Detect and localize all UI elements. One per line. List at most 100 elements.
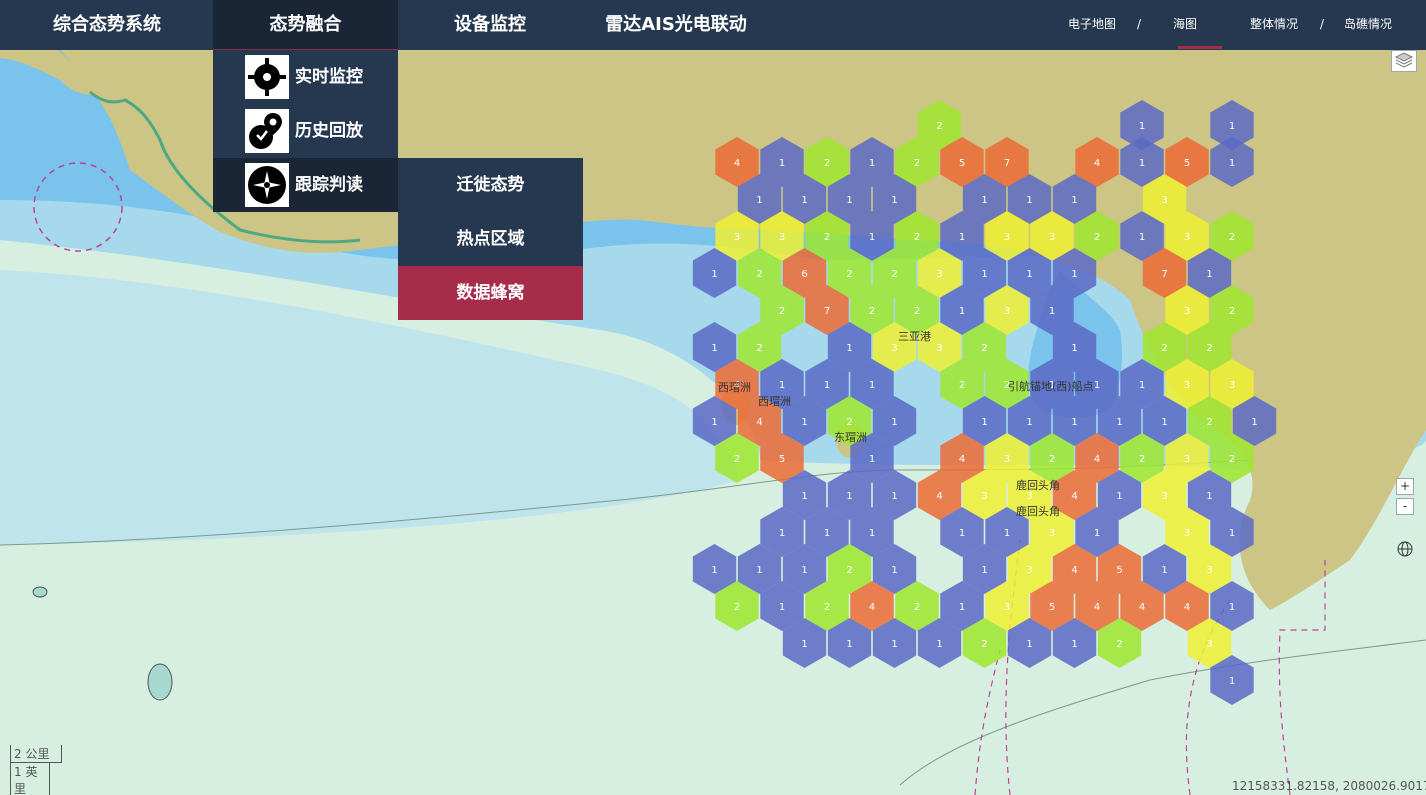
hex-count-label: 1 [1071, 195, 1077, 206]
hex-count-label: 1 [1139, 158, 1145, 169]
hex-count-label: 4 [959, 454, 965, 465]
hex-count-label: 3 [1184, 232, 1190, 243]
place-label: 西瑁洲 [758, 395, 791, 408]
hex-count-label: 1 [846, 343, 852, 354]
hex-count-label: 2 [981, 639, 987, 650]
menu-item-realtime-monitor[interactable]: 实时监控 [213, 50, 398, 104]
zoom-in-button[interactable]: + [1396, 478, 1414, 495]
hex-count-label: 2 [869, 306, 875, 317]
place-label: 引航锚地(西)船点 [1008, 379, 1094, 393]
hex-count-label: 1 [846, 491, 852, 502]
hex-count-label: 1 [1116, 417, 1122, 428]
place-label: 西瑁洲 [718, 381, 751, 394]
hex-count-label: 2 [914, 602, 920, 613]
nav-radar-ais-linkage[interactable]: 雷达AIS光电联动 [590, 0, 762, 50]
hex-count-label: 1 [869, 528, 875, 539]
hex-count-label: 1 [801, 565, 807, 576]
hex-count-label: 1 [779, 380, 785, 391]
hex-count-label: 1 [1094, 380, 1100, 391]
hex-count-label: 1 [711, 269, 717, 280]
hex-count-label: 1 [1026, 417, 1032, 428]
link-sea-chart[interactable]: 海图 [1173, 0, 1197, 50]
link-electronic-map[interactable]: 电子地图 [1068, 0, 1116, 50]
link-overall[interactable]: 整体情况 [1250, 0, 1298, 50]
hex-count-label: 1 [891, 491, 897, 502]
hex-count-label: 6 [801, 269, 807, 280]
scale-metric: 2 公里 [10, 745, 62, 763]
globe-icon[interactable] [1396, 540, 1414, 558]
hex-count-label: 2 [959, 380, 965, 391]
hex-count-label: 1 [981, 269, 987, 280]
submenu-migration-trend[interactable]: 迁徙态势 [398, 158, 583, 212]
hex-count-label: 7 [1004, 158, 1010, 169]
hex-count-label: 1 [1026, 269, 1032, 280]
hex-count-label: 1 [1026, 639, 1032, 650]
zoom-out-button[interactable]: - [1396, 498, 1414, 515]
system-title[interactable]: 综合态势系统 [38, 0, 176, 50]
hex-count-label: 1 [1161, 565, 1167, 576]
hex-count-label: 1 [1229, 676, 1235, 687]
place-label: 三亚港 [898, 330, 931, 343]
hex-count-label: 3 [1004, 306, 1010, 317]
hex-count-label: 4 [756, 417, 762, 428]
hex-count-label: 1 [846, 639, 852, 650]
hex-count-label: 1 [1071, 417, 1077, 428]
hex-count-label: 2 [1139, 454, 1145, 465]
hex-count-label: 2 [846, 565, 852, 576]
hex-count-label: 3 [1206, 639, 1212, 650]
hex-count-label: 1 [779, 602, 785, 613]
layers-icon[interactable] [1391, 50, 1417, 72]
hex-count-label: 1 [801, 417, 807, 428]
hex-count-label: 1 [1026, 195, 1032, 206]
hex-count-label: 3 [779, 232, 785, 243]
nav-situation-fusion[interactable]: 态势融合 [213, 0, 398, 50]
hex-count-label: 4 [1094, 602, 1100, 613]
hex-count-label: 4 [734, 158, 740, 169]
hex-count-label: 1 [869, 454, 875, 465]
hex-count-label: 3 [1026, 491, 1032, 502]
menu-item-history-playback[interactable]: 历史回放 [213, 104, 398, 158]
menu-item-label: 实时监控 [295, 67, 363, 87]
separator: / [1137, 17, 1142, 31]
hex-count-label: 1 [1251, 417, 1257, 428]
hex-count-label: 1 [801, 491, 807, 502]
hex-count-label: 3 [936, 269, 942, 280]
hex-count-label: 5 [779, 454, 785, 465]
hex-count-label: 1 [959, 602, 965, 613]
scale-bar: 2 公里 1 英里 [10, 745, 62, 795]
hex-count-label: 3 [1206, 565, 1212, 576]
hex-count-label: 1 [756, 195, 762, 206]
hex-count-label: 1 [869, 232, 875, 243]
hex-count-label: 1 [1116, 491, 1122, 502]
hex-count-label: 4 [1071, 565, 1077, 576]
separator: / [1320, 17, 1325, 31]
nav-device-monitor[interactable]: 设备监控 [430, 0, 550, 50]
hex-count-label: 3 [1049, 232, 1055, 243]
hex-count-label: 1 [959, 232, 965, 243]
hex-count-label: 2 [891, 269, 897, 280]
hex-count-label: 1 [824, 380, 830, 391]
hex-count-label: 3 [1229, 380, 1235, 391]
menu-item-track-interpret[interactable]: 跟踪判读 [213, 158, 398, 212]
hex-count-label: 1 [1071, 343, 1077, 354]
hex-count-label: 3 [936, 343, 942, 354]
hex-count-label: 3 [1184, 528, 1190, 539]
island [147, 663, 173, 701]
hex-count-label: 3 [1004, 454, 1010, 465]
hex-count-label: 1 [1229, 602, 1235, 613]
link-islands-reefs[interactable]: 岛礁情况 [1344, 0, 1392, 50]
hex-count-label: 5 [1184, 158, 1190, 169]
hex-count-label: 1 [1049, 306, 1055, 317]
hex-count-label: 4 [1094, 454, 1100, 465]
hex-count-label: 2 [1206, 417, 1212, 428]
hex-count-label: 1 [891, 639, 897, 650]
hex-count-label: 3 [1049, 528, 1055, 539]
submenu-hotspot-area[interactable]: 热点区域 [398, 212, 583, 266]
hex-count-label: 3 [1184, 306, 1190, 317]
hex-count-label: 7 [1161, 269, 1167, 280]
location-history-icon [245, 109, 289, 153]
hex-count-label: 1 [1206, 269, 1212, 280]
hex-count-label: 1 [891, 195, 897, 206]
hex-count-label: 1 [779, 158, 785, 169]
submenu-data-honeycomb[interactable]: 数据蜂窝 [398, 266, 583, 320]
